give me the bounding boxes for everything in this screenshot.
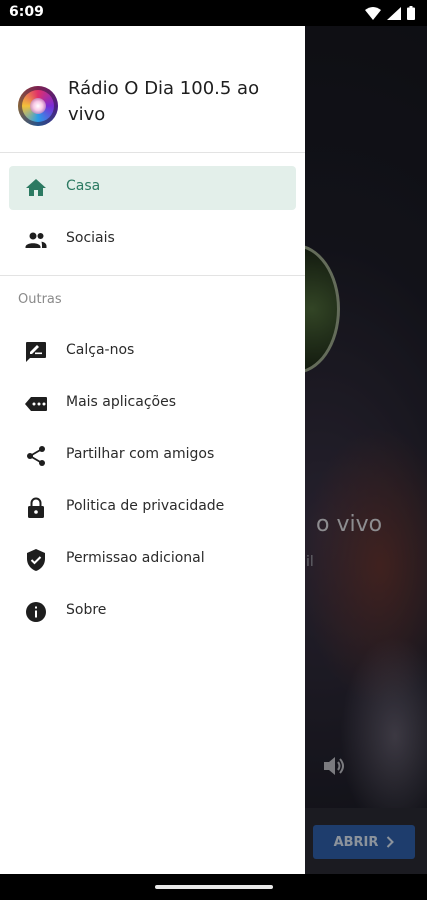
nav-item-label: Politica de privacidade <box>66 498 225 514</box>
battery-icon <box>407 6 415 20</box>
lock-icon <box>28 497 44 518</box>
section-header-outras: Outras <box>18 292 62 307</box>
system-navigation-bar <box>0 874 427 900</box>
app-title: Rádio O Dia 100.5 ao vivo <box>68 78 260 125</box>
nav-item-label: Partilhar com amigos <box>66 446 215 462</box>
home-gesture-handle[interactable] <box>155 885 273 889</box>
nav-item-share[interactable]: Partilhar com amigos <box>9 434 296 478</box>
nav-item-rate-us[interactable]: Calça-nos <box>9 330 296 374</box>
navigation-drawer: Rádio O Dia 100.5 ao vivo Casa Sociais O… <box>0 26 305 874</box>
nav-item-more-apps[interactable]: Mais aplicações <box>9 382 296 426</box>
nav-item-label: Permissao adicional <box>66 550 205 566</box>
nav-item-label: Casa <box>66 178 101 194</box>
nav-item-label: Calça-nos <box>66 342 135 358</box>
nav-item-label: Mais aplicações <box>66 394 176 410</box>
nav-item-privacy-policy[interactable]: Politica de privacidade <box>9 486 296 530</box>
nav-item-sociais[interactable]: Sociais <box>9 218 296 262</box>
home-icon <box>26 179 46 196</box>
app-logo <box>18 86 58 126</box>
status-time: 6:09 <box>9 4 44 20</box>
nav-item-about[interactable]: Sobre <box>9 590 296 634</box>
drawer-header: Rádio O Dia 100.5 ao vivo <box>0 26 305 152</box>
rate-icon <box>26 342 46 362</box>
shield-check-icon <box>27 549 45 571</box>
nav-item-additional-permission[interactable]: Permissao adicional <box>9 538 296 582</box>
wifi-icon <box>365 6 381 20</box>
nav-item-label: Sobre <box>66 602 107 618</box>
nav-item-casa[interactable]: Casa <box>9 166 296 210</box>
status-icons <box>365 6 415 20</box>
status-bar: 6:09 <box>0 0 427 26</box>
signal-icon <box>387 6 401 20</box>
divider <box>0 152 305 153</box>
share-icon <box>27 446 45 466</box>
divider <box>0 275 305 276</box>
more-apps-icon <box>25 397 47 411</box>
people-icon <box>25 232 47 248</box>
nav-item-label: Sociais <box>66 230 115 246</box>
info-icon <box>26 602 46 622</box>
